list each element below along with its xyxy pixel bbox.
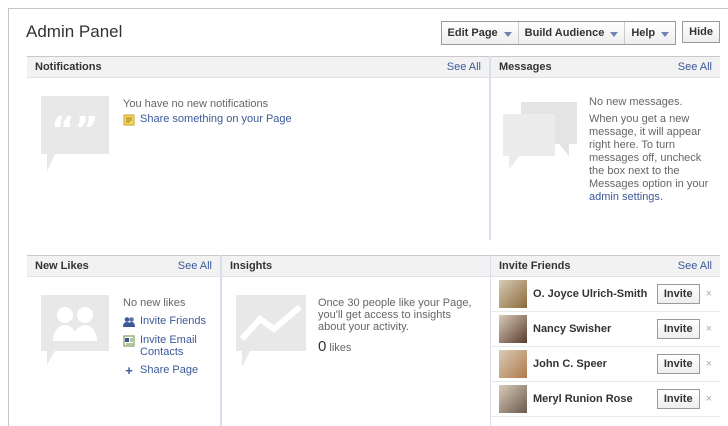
notifications-title: Notifications <box>35 61 102 73</box>
messages-panel: Messages See All No new messages. When yo… <box>490 56 720 240</box>
insights-header: Insights <box>222 255 490 277</box>
header-toolbar: Edit Page Build Audience Help Hide <box>440 21 720 45</box>
likes-count: 0 <box>318 338 327 355</box>
new-likes-panel: New Likes See All No new likes Invite Fri… <box>27 255 221 426</box>
friend-name[interactable]: John C. Speer <box>533 358 657 370</box>
users-bubble-icon <box>41 295 109 365</box>
invite-button[interactable]: Invite <box>656 354 700 374</box>
note-icon <box>123 114 135 126</box>
quote-icon-glyph: “” <box>41 96 109 172</box>
notifications-empty-text: You have no new notifications <box>123 98 269 110</box>
insights-title: Insights <box>230 260 273 272</box>
notifications-content: You have no new notifications Share some… <box>123 98 292 126</box>
invite-email-contacts-link[interactable]: Invite Email Contacts <box>123 334 206 358</box>
friend-name[interactable]: Meryl Runion Rose <box>533 393 657 405</box>
friend-name[interactable]: Nancy Swisher <box>533 323 657 335</box>
invite-button[interactable]: Invite <box>656 319 700 339</box>
messages-content: No new messages. When you get a new mess… <box>589 96 713 204</box>
likes-label: likes <box>329 342 352 354</box>
page-title: Admin Panel <box>26 22 123 41</box>
close-icon[interactable]: × <box>706 323 712 335</box>
invite-see-all-link[interactable]: See All <box>678 260 712 272</box>
friend-list: O. Joyce Ulrich-Smith Invite × Nancy Swishe… <box>491 277 720 417</box>
invite-button[interactable]: Invite <box>656 284 700 304</box>
friend-row: O. Joyce Ulrich-Smith Invite × <box>491 277 720 312</box>
insights-content: Once 30 people like your Page, you'll ge… <box>318 297 478 354</box>
new-likes-content: No new likes Invite Friends Invite Email… <box>123 297 206 377</box>
help-button[interactable]: Help <box>625 22 676 44</box>
build-audience-label: Build Audience <box>524 27 605 39</box>
invite-friends-link[interactable]: Invite Friends <box>123 315 206 328</box>
friend-name[interactable]: O. Joyce Ulrich-Smith <box>533 288 657 300</box>
new-likes-empty-text: No new likes <box>123 297 186 309</box>
avatar[interactable] <box>499 350 527 378</box>
friend-row: Nancy Swisher Invite × <box>491 312 720 347</box>
messages-see-all-link[interactable]: See All <box>678 61 712 73</box>
messages-empty-text: No new messages. <box>589 96 683 108</box>
help-label: Help <box>631 27 656 39</box>
insights-panel: Insights Once 30 people like your Page, … <box>221 255 490 426</box>
edit-page-button[interactable]: Edit Page <box>441 22 519 44</box>
avatar[interactable] <box>499 280 527 308</box>
messages-info-end: . <box>659 191 663 203</box>
new-likes-see-all-link[interactable]: See All <box>178 260 212 272</box>
chevron-down-icon <box>610 31 619 37</box>
messages-info-text: When you get a new message, it will appe… <box>589 113 713 204</box>
avatar[interactable] <box>499 385 527 413</box>
insights-likes-count: 0 likes <box>318 338 478 355</box>
admin-settings-link[interactable]: admin settings <box>589 191 660 203</box>
friend-row: John C. Speer Invite × <box>491 347 720 382</box>
invite-friends-header: Invite Friends See All <box>491 255 720 277</box>
page-menu-group: Edit Page Build Audience Help <box>440 21 677 45</box>
new-likes-title: New Likes <box>35 260 89 272</box>
svg-text:“”: “” <box>51 110 98 151</box>
close-icon[interactable]: × <box>706 393 712 405</box>
messages-info: When you get a new message, it will appe… <box>589 113 709 190</box>
chevron-down-icon <box>503 31 512 37</box>
share-page-label: Share Page <box>140 364 199 376</box>
hide-button[interactable]: Hide <box>682 21 720 43</box>
share-page-link[interactable]: + Share Page <box>123 364 206 377</box>
friends-icon <box>123 317 135 327</box>
notifications-panel: Notifications See All “” You have no new … <box>27 56 490 240</box>
invite-friends-title: Invite Friends <box>499 260 571 272</box>
contacts-icon <box>123 335 135 347</box>
invite-friends-label: Invite Friends <box>140 315 207 327</box>
avatar[interactable] <box>499 315 527 343</box>
notifications-see-all-link[interactable]: See All <box>447 61 481 73</box>
chevron-down-icon <box>661 31 670 37</box>
close-icon[interactable]: × <box>706 288 712 300</box>
messages-title: Messages <box>499 61 552 73</box>
invite-email-contacts-label: Invite Email Contacts <box>140 334 197 358</box>
messages-header: Messages See All <box>491 56 720 78</box>
share-something-label: Share something on your Page <box>140 113 292 125</box>
quote-bubble-icon: “” <box>41 96 109 172</box>
close-icon[interactable]: × <box>706 358 712 370</box>
friend-row: Meryl Runion Rose Invite × <box>491 382 720 417</box>
plus-icon: + <box>125 363 133 378</box>
insights-chart-icon <box>236 295 306 367</box>
build-audience-button[interactable]: Build Audience <box>518 22 626 44</box>
new-likes-header: New Likes See All <box>27 255 220 277</box>
invite-button[interactable]: Invite <box>656 389 700 409</box>
notifications-header: Notifications See All <box>27 56 489 78</box>
edit-page-label: Edit Page <box>447 27 498 39</box>
insights-info-text: Once 30 people like your Page, you'll ge… <box>318 297 472 333</box>
invite-friends-panel: Invite Friends See All O. Joyce Ulrich-Sm… <box>490 255 720 426</box>
messages-bubble-icon <box>503 102 577 170</box>
share-something-link[interactable]: Share something on your Page <box>123 113 292 126</box>
